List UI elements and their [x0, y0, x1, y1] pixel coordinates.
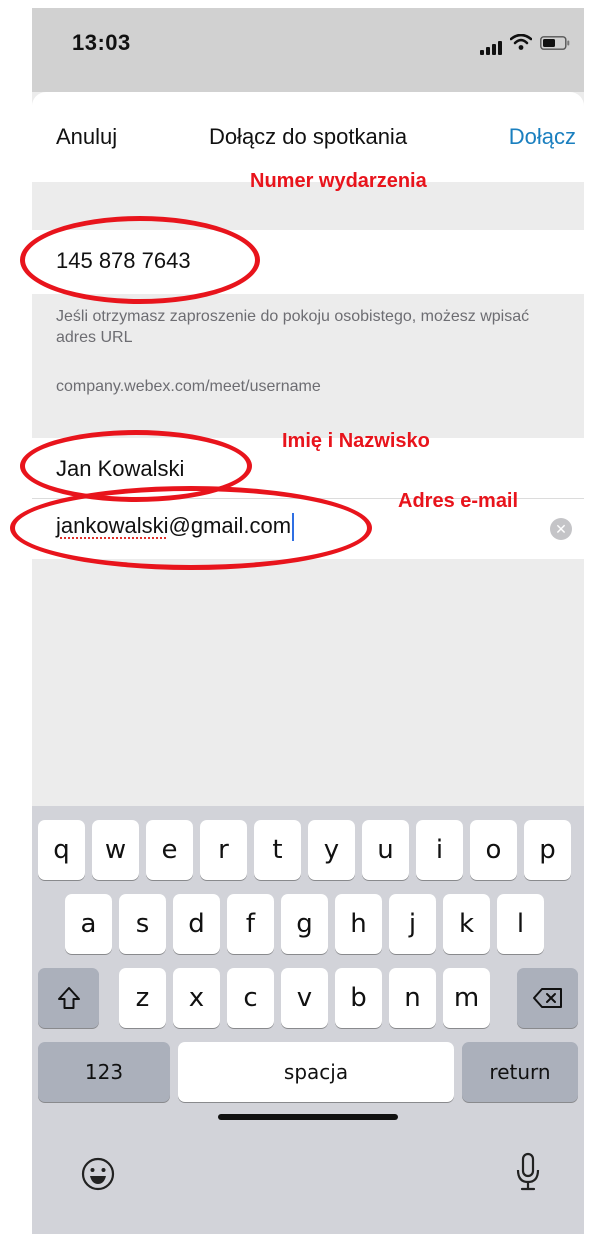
- email-misspelled-part: jankowalski: [56, 513, 169, 538]
- home-indicator: [218, 1114, 398, 1120]
- key-m[interactable]: m: [443, 968, 490, 1028]
- key-v[interactable]: v: [281, 968, 328, 1028]
- key-b[interactable]: b: [335, 968, 382, 1028]
- key-k[interactable]: k: [443, 894, 490, 954]
- email-value: jankowalski@gmail.com: [56, 513, 295, 542]
- meeting-number-value: 145 878 7643: [56, 248, 191, 273]
- join-meeting-sheet: Anuluj Dołącz do spotkania Dołącz 145 87…: [32, 92, 584, 1234]
- backspace-icon: [532, 988, 562, 1008]
- key-p[interactable]: p: [524, 820, 571, 880]
- key-r[interactable]: r: [200, 820, 247, 880]
- return-key[interactable]: return: [462, 1042, 578, 1102]
- battery-icon: [540, 36, 570, 55]
- wifi-icon: [509, 33, 533, 55]
- key-q[interactable]: q: [38, 820, 85, 880]
- microphone-icon[interactable]: [514, 1152, 542, 1197]
- key-f[interactable]: f: [227, 894, 274, 954]
- name-value: Jan Kowalski: [56, 456, 185, 481]
- emoji-icon[interactable]: [80, 1156, 116, 1197]
- key-n[interactable]: n: [389, 968, 436, 1028]
- key-d[interactable]: d: [173, 894, 220, 954]
- key-a[interactable]: a: [65, 894, 112, 954]
- key-x[interactable]: x: [173, 968, 220, 1028]
- join-button[interactable]: Dołącz: [509, 124, 576, 150]
- signal-icon: [480, 41, 502, 55]
- annotation-meeting-number: Numer wydarzenia: [250, 170, 427, 192]
- key-i[interactable]: i: [416, 820, 463, 880]
- key-s[interactable]: s: [119, 894, 166, 954]
- page-title: Dołącz do spotkania: [208, 124, 408, 149]
- backspace-key[interactable]: [517, 968, 578, 1028]
- status-icons: [480, 33, 570, 55]
- email-domain-part: @gmail.com: [168, 513, 292, 538]
- shift-key[interactable]: [38, 968, 99, 1028]
- annotation-email: Adres e-mail: [398, 490, 519, 512]
- key-g[interactable]: g: [281, 894, 328, 954]
- status-time: 13:03: [72, 30, 131, 55]
- meeting-number-field[interactable]: 145 878 7643: [32, 230, 584, 294]
- keyboard: q w e r t y u i o p a s d f g h j k l z …: [32, 806, 584, 1234]
- key-j[interactable]: j: [389, 894, 436, 954]
- clear-text-icon[interactable]: ✕: [550, 518, 572, 540]
- key-t[interactable]: t: [254, 820, 301, 880]
- nav-bar: Anuluj Dołącz do spotkania Dołącz: [32, 92, 584, 182]
- personal-room-hint: Jeśli otrzymasz zaproszenie do pokoju os…: [56, 308, 530, 346]
- key-z[interactable]: z: [119, 968, 166, 1028]
- key-l[interactable]: l: [497, 894, 544, 954]
- key-h[interactable]: h: [335, 894, 382, 954]
- key-y[interactable]: y: [308, 820, 355, 880]
- personal-room-url-example: company.webex.com/meet/username: [56, 378, 321, 395]
- text-cursor: [292, 513, 295, 542]
- annotation-name: Imię i Nazwisko: [282, 430, 430, 452]
- space-key[interactable]: spacja: [178, 1042, 454, 1102]
- key-w[interactable]: w: [92, 820, 139, 880]
- key-o[interactable]: o: [470, 820, 517, 880]
- key-e[interactable]: e: [146, 820, 193, 880]
- shift-icon: [57, 987, 80, 1009]
- status-bar: 13:03: [32, 8, 584, 92]
- key-c[interactable]: c: [227, 968, 274, 1028]
- numbers-key[interactable]: 123: [38, 1042, 170, 1102]
- key-u[interactable]: u: [362, 820, 409, 880]
